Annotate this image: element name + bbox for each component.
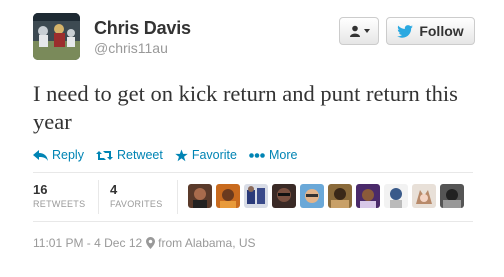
user-actions-button[interactable] [339,17,379,45]
timestamp[interactable]: 11:01 PM - 4 Dec 12 [33,236,142,250]
user-avatar-icon [440,184,464,208]
user-avatar-icon [188,184,212,208]
user-avatar-icon [216,184,240,208]
stat-separator [177,180,178,214]
retweet-icon [95,150,113,160]
retweets-count: 16 [33,182,48,197]
user-avatar[interactable] [188,184,212,208]
follow-button[interactable]: Follow [386,17,475,45]
divider [33,172,473,173]
twitter-bird-icon [397,24,414,38]
stat-separator [98,180,99,214]
user-avatar[interactable] [356,184,380,208]
chevron-down-icon [363,29,370,33]
user-avatar-icon [300,184,324,208]
person-icon [349,25,360,37]
location-text[interactable]: from Alabama, US [158,236,255,250]
reply-label: Reply [52,148,84,162]
user-avatar[interactable] [328,184,352,208]
tweet-footer: 11:01 PM - 4 Dec 12 from Alabama, US [33,236,256,250]
favorite-label: Favorite [191,148,237,162]
reply-button[interactable]: Reply [33,148,84,162]
retweet-button[interactable]: Retweet [95,148,163,162]
user-avatar[interactable] [244,184,268,208]
star-icon [175,149,188,161]
reply-arrow-icon [33,149,48,161]
location-pin-icon [146,237,156,249]
tweet-text: I need to get on kick return and punt re… [33,81,458,134]
favoriter-avatars [188,184,464,208]
divider [33,221,473,222]
favorite-button[interactable]: Favorite [175,148,237,162]
user-avatar-icon [356,184,380,208]
author-name[interactable]: Chris Davis [94,18,191,39]
author-handle[interactable]: @chris11au [94,40,168,56]
retweet-label: Retweet [116,148,163,162]
author-avatar[interactable] [33,13,80,60]
football-photo-icon [33,13,80,60]
user-avatar-icon [272,184,296,208]
more-button[interactable]: More [249,148,297,162]
follow-label: Follow [419,23,464,39]
user-avatar[interactable] [272,184,296,208]
favorites-count: 4 [110,182,118,197]
user-avatar[interactable] [300,184,324,208]
retweets-stat[interactable]: 16 RETWEETS [33,182,85,209]
more-dots-icon [249,152,265,158]
user-avatar-icon [384,184,408,208]
favorites-stat[interactable]: 4 FAVORITES [110,182,163,209]
more-label: More [268,148,298,162]
user-avatar-icon [328,184,352,208]
user-avatar[interactable] [216,184,240,208]
favorites-label: FAVORITES [110,199,163,209]
tweet-actions: Reply Retweet Favorite More [33,148,309,162]
retweets-label: RETWEETS [33,199,86,209]
user-avatar-icon [244,184,268,208]
user-avatar[interactable] [412,184,436,208]
user-avatar-icon [412,184,436,208]
user-avatar[interactable] [384,184,408,208]
user-avatar[interactable] [440,184,464,208]
